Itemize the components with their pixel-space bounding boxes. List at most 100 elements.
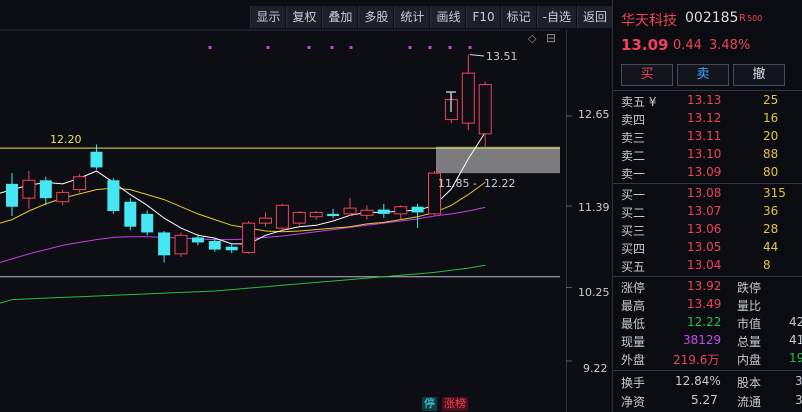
stats-row: 外盘 219.6万 内盘 19 xyxy=(613,351,802,369)
equity-value: 3 xyxy=(795,374,802,388)
signal-marker xyxy=(330,46,334,49)
buy-button[interactable]: 买 xyxy=(621,64,673,86)
candle-body xyxy=(242,222,256,253)
signal-marker xyxy=(208,46,212,49)
signal-marker xyxy=(468,46,472,49)
candle-body xyxy=(73,176,87,191)
ask-row-1[interactable]: 卖一 13.09 80 xyxy=(613,165,802,183)
bid-row-1[interactable]: 买一 13.08 315 xyxy=(613,186,802,204)
candle-body xyxy=(327,213,340,216)
market-cap-value: 42 xyxy=(789,315,802,329)
candle-body xyxy=(191,237,204,243)
divider xyxy=(613,183,802,184)
bid-row-4[interactable]: 买四 13.05 44 xyxy=(613,240,802,258)
kline-chart[interactable] xyxy=(0,0,612,412)
gap-separator: - xyxy=(473,177,477,190)
divider xyxy=(613,90,802,91)
collapse-panel-icon[interactable]: ⊟ xyxy=(546,31,556,45)
kline-chart-area[interactable]: 显示 复权 叠加 多股 统计 画线 F10 标记 -自选 返回 12.65 11… xyxy=(0,0,612,412)
turnover-value: 12.84% xyxy=(675,374,721,388)
bid-row-2[interactable]: 买二 13.07 36 xyxy=(613,204,802,222)
bid-volume: 44 xyxy=(763,240,779,254)
current-price: 13.09 xyxy=(621,36,669,54)
candle-body xyxy=(275,204,289,229)
candle-body xyxy=(107,180,120,211)
stats-row: 涨停 13.92 跌停 xyxy=(613,279,802,297)
ask-volume: 88 xyxy=(763,147,779,161)
low-value: 12.22 xyxy=(687,315,722,329)
sell-button[interactable]: 卖 xyxy=(677,64,729,86)
stock-header: 华天科技 002185 R 500 xyxy=(613,10,802,30)
candle-body xyxy=(309,211,323,218)
candle-body xyxy=(208,241,221,250)
limit-down-label: 跌停 xyxy=(737,281,762,295)
toolbar-remove-watchlist-button[interactable]: -自选 xyxy=(536,6,576,28)
r-mark: R xyxy=(739,13,746,24)
ask-price: 13.09 xyxy=(687,165,722,179)
cancel-order-button[interactable]: 撤 xyxy=(733,64,785,86)
ask-label: 卖五 ¥ xyxy=(621,95,657,109)
high-pointer xyxy=(469,54,485,57)
toolbar-multi-stock-button[interactable]: 多股 xyxy=(358,6,394,28)
high-price-annotation: 13.51 xyxy=(486,50,518,63)
ask-volume: 20 xyxy=(763,129,779,143)
ask-label: 卖二 xyxy=(621,149,646,163)
high-label: 最高 xyxy=(621,299,646,313)
chart-settings-icon[interactable]: ◇ xyxy=(528,32,536,45)
toolbar-overlay-button[interactable]: 叠加 xyxy=(322,6,358,28)
toolbar-adjust-button[interactable]: 复权 xyxy=(286,6,322,28)
price-axis-label: 9.22 xyxy=(583,362,608,375)
bid-price: 13.04 xyxy=(687,258,722,272)
gap-zone xyxy=(436,146,560,174)
ask-row-2[interactable]: 卖二 13.10 88 xyxy=(613,147,802,165)
toolbar-f10-button[interactable]: F10 xyxy=(466,6,500,28)
divider xyxy=(613,276,802,277)
toolbar-statistics-button[interactable]: 统计 xyxy=(394,6,430,28)
chart-toolbar: 显示 复权 叠加 多股 统计 画线 F10 标记 -自选 返回 xyxy=(249,6,612,28)
total-volume-value: 41 xyxy=(789,333,802,347)
volume-label: 现量 xyxy=(621,335,646,349)
ask-row-3[interactable]: 卖三 13.11 20 xyxy=(613,129,802,147)
candle-body xyxy=(343,207,357,215)
bid-price: 13.07 xyxy=(687,204,722,218)
stats-row: 最高 13.49 量比 xyxy=(613,297,802,315)
candle-body xyxy=(225,246,238,251)
turnover-label: 换手 xyxy=(621,376,646,390)
toolbar-draw-line-button[interactable]: 画线 xyxy=(430,6,466,28)
candle-body xyxy=(174,234,188,255)
bid-label: 买二 xyxy=(621,206,646,220)
candle-body xyxy=(394,206,408,215)
ask-row-4[interactable]: 卖四 13.12 16 xyxy=(613,111,802,129)
bid-label: 买一 xyxy=(621,188,646,202)
candle-body xyxy=(411,206,424,213)
candle-body xyxy=(292,211,306,224)
signal-marker xyxy=(428,46,432,49)
toolbar-display-button[interactable]: 显示 xyxy=(250,6,286,28)
price-axis-label: 12.65 xyxy=(578,108,610,121)
bid-row-5[interactable]: 买五 13.04 8 xyxy=(613,258,802,276)
candle-body xyxy=(6,183,18,207)
price-change-percent: 3.48% xyxy=(709,38,751,53)
ask-label: 卖四 xyxy=(621,113,646,127)
net-assets-value: 5.27 xyxy=(691,393,718,407)
high-value: 13.49 xyxy=(687,297,722,311)
inner-disk-label: 内盘 xyxy=(737,353,762,367)
ask-label: 卖一 xyxy=(621,167,646,181)
candle-body xyxy=(377,209,390,214)
r-value: 500 xyxy=(747,14,763,23)
bid-volume: 28 xyxy=(763,222,779,236)
price-axis-label: 10.25 xyxy=(578,286,610,299)
bid-label: 买三 xyxy=(621,224,646,238)
float-shares-value: 3 xyxy=(795,393,802,407)
suspension-tag: 停 xyxy=(422,397,437,411)
gainers-list-tag: 涨榜 xyxy=(442,397,468,411)
quote-panel: 华天科技 002185 R 500 13.09 0.44 3.48% 买 卖 撤… xyxy=(612,0,802,412)
bid-price: 13.05 xyxy=(687,240,722,254)
signal-marker xyxy=(408,46,412,49)
bid-row-3[interactable]: 买三 13.06 28 xyxy=(613,222,802,240)
toolbar-mark-button[interactable]: 标记 xyxy=(500,6,536,28)
price-row: 13.09 0.44 3.48% xyxy=(613,36,802,56)
ask-row-5[interactable]: 卖五 ¥ 13.13 25 xyxy=(613,93,802,111)
candle-body xyxy=(124,201,137,227)
toolbar-back-button[interactable]: 返回 xyxy=(576,6,612,28)
